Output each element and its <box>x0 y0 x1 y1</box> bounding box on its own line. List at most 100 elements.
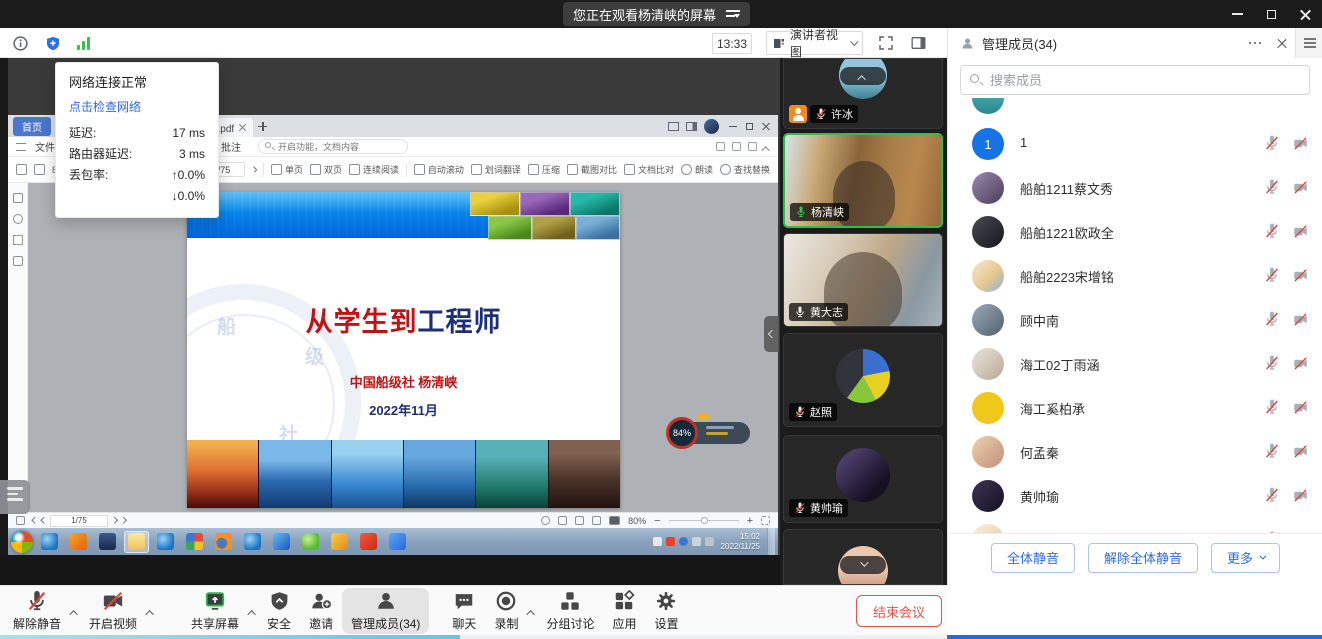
prev-page-icon[interactable] <box>41 517 47 523</box>
maximize-button[interactable] <box>1254 0 1288 28</box>
meeting-security-shield-icon[interactable] <box>45 35 61 52</box>
read-mode-icon[interactable] <box>558 516 567 525</box>
member-list[interactable]: 1 1 船舶1211蔡文秀 船舶1221欧政全 船舶2223宋增铭 <box>948 98 1322 533</box>
screenshot-compare-button[interactable]: 截图对比 <box>567 163 617 176</box>
taskbar-explorer-icon[interactable] <box>124 531 149 553</box>
taskbar-sogou-icon[interactable] <box>269 531 294 553</box>
member-camera-off-icon[interactable] <box>1292 488 1309 508</box>
share-screen-button[interactable]: 共享屏幕 <box>182 588 248 634</box>
member-camera-off-icon[interactable] <box>1292 224 1309 244</box>
taskbar-ie-icon[interactable] <box>37 531 62 553</box>
hand-tool-icon[interactable] <box>16 164 27 175</box>
network-check-link[interactable]: 点击检查网络 <box>69 98 205 115</box>
member-camera-off-icon[interactable] <box>1292 356 1309 376</box>
pdf-close-icon[interactable] <box>762 122 770 130</box>
play-slideshow-icon[interactable] <box>609 516 620 525</box>
pdf-maximize-icon[interactable] <box>746 123 753 130</box>
pdf-menu-annotate[interactable]: 批注 <box>221 139 241 154</box>
start-video-button[interactable]: 开启视频 <box>80 588 146 634</box>
outline-panel-icon[interactable] <box>13 256 23 266</box>
taskbar-ie3-icon[interactable] <box>240 531 265 553</box>
single-page-icon[interactable] <box>575 516 584 525</box>
taskbar-ie2-icon[interactable] <box>153 531 178 553</box>
collapse-ribbon-icon[interactable] <box>761 146 769 154</box>
comment-icon[interactable] <box>748 142 757 151</box>
member-row[interactable]: 船舶1221欧政全 <box>948 210 1322 254</box>
member-search-box[interactable] <box>960 65 1310 95</box>
continuous-view-toggle[interactable]: 连续阅读 <box>349 163 399 176</box>
member-row[interactable]: 1 1 <box>948 122 1322 166</box>
taskbar-mediaplayer-icon[interactable] <box>66 531 91 553</box>
share-icon[interactable] <box>732 142 741 151</box>
pdf-user-avatar[interactable] <box>704 119 719 134</box>
record-button[interactable]: 录制 <box>485 588 527 634</box>
manage-members-button[interactable]: 管理成员(34) <box>342 588 429 634</box>
double-page-toggle[interactable]: 双页 <box>310 163 342 176</box>
first-page-icon[interactable] <box>32 517 38 523</box>
member-camera-off-icon[interactable] <box>1292 400 1309 420</box>
find-replace-button[interactable]: 查找替换 <box>720 163 770 176</box>
annotation-float-widget[interactable] <box>0 480 30 514</box>
pdf-file-menu[interactable]: 文件 <box>35 139 55 154</box>
switch-view-icon[interactable] <box>726 9 740 19</box>
more-options-icon[interactable] <box>1249 42 1262 45</box>
member-row[interactable]: 孔培云 <box>948 518 1322 533</box>
thumbnail-panel-icon[interactable] <box>13 193 23 203</box>
close-panel-icon[interactable] <box>1277 38 1287 48</box>
new-tab-button[interactable] <box>258 122 267 131</box>
auto-scroll-button[interactable]: 自动滚动 <box>414 163 464 176</box>
meeting-info-icon[interactable] <box>12 35 29 52</box>
accelerator-widget[interactable]: 84% <box>666 415 752 449</box>
scroll-up-button[interactable] <box>840 67 886 85</box>
member-mic-muted-icon[interactable] <box>1264 135 1280 156</box>
taskbar-docs-icon[interactable] <box>385 531 410 553</box>
tray-shield-icon[interactable] <box>679 537 688 546</box>
video-options-chevron[interactable] <box>143 588 159 634</box>
video-tile-huangshuaiyu[interactable]: 黄帅瑜 <box>783 435 943 523</box>
security-button[interactable]: 安全 <box>258 588 300 634</box>
pdf-minimize-icon[interactable] <box>729 126 737 127</box>
member-row[interactable]: 船舶2223宋增铭 <box>948 254 1322 298</box>
member-mic-muted-icon[interactable] <box>1264 311 1280 332</box>
tray-ime-icon[interactable] <box>653 537 662 546</box>
tray-sogou-icon[interactable] <box>666 537 675 546</box>
member-row[interactable]: 船舶1211蔡文秀 <box>948 166 1322 210</box>
member-camera-off-icon[interactable] <box>1292 312 1309 332</box>
apps-button[interactable]: 应用 <box>603 588 645 634</box>
compress-button[interactable]: 压缩 <box>528 163 560 176</box>
annotation-panel-icon[interactable] <box>13 235 23 245</box>
member-camera-off-icon[interactable] <box>1292 444 1309 464</box>
member-camera-off-icon[interactable] <box>1292 180 1309 200</box>
scroll-down-button[interactable] <box>840 556 886 574</box>
page-indicator-bottom[interactable]: 1/75 <box>50 515 108 527</box>
settings-button[interactable]: 设置 <box>645 588 687 634</box>
hamburger-menu-icon[interactable] <box>16 143 26 151</box>
unmute-button[interactable]: 解除静音 <box>4 588 70 634</box>
video-tile-huangdazhi[interactable]: 黄大志 <box>783 233 943 327</box>
taskbar-video-icon[interactable] <box>95 531 120 553</box>
member-mic-muted-icon[interactable] <box>1264 267 1280 288</box>
member-row[interactable]: 顾中南 <box>948 298 1322 342</box>
video-tile-zhaozhao[interactable]: 赵照 <box>783 333 943 427</box>
pdf-search-box[interactable] <box>258 139 408 154</box>
next-page-icon[interactable] <box>251 166 257 172</box>
tray-network-icon[interactable] <box>705 537 714 546</box>
watching-screen-banner[interactable]: 您正在观看杨清峡的屏幕 <box>563 2 750 26</box>
bookmark-panel-icon[interactable] <box>13 214 23 224</box>
member-search-input[interactable] <box>990 73 1300 88</box>
close-button[interactable] <box>1288 0 1322 28</box>
taskbar-browser-icon[interactable] <box>211 531 236 553</box>
network-signal-icon[interactable] <box>77 37 90 50</box>
zoom-out-button[interactable]: − <box>654 515 660 527</box>
panel-menu-icon[interactable] <box>1295 28 1322 58</box>
single-page-toggle[interactable]: 单页 <box>271 163 303 176</box>
member-mic-muted-icon[interactable] <box>1264 179 1280 200</box>
doc-compare-button[interactable]: 文档比对 <box>624 163 674 176</box>
member-row[interactable]: 海工02丁雨涵 <box>948 342 1322 386</box>
pdf-canvas[interactable]: 船 级 社 从学生到工程师 中国船级社 杨清峡 2022年11月 <box>28 183 778 512</box>
member-row[interactable]: 何孟秦 <box>948 430 1322 474</box>
view-mode-dropdown[interactable]: 演讲者视图 <box>766 31 863 55</box>
theme-icon[interactable] <box>541 516 550 525</box>
member-row[interactable]: 黄帅瑜 <box>948 474 1322 518</box>
chat-button[interactable]: 聊天 <box>443 588 485 634</box>
